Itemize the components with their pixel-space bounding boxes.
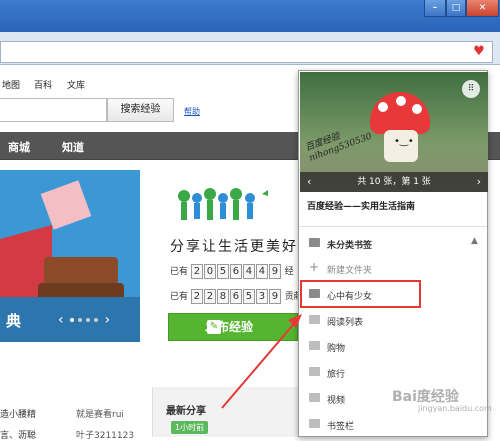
baidu-jingyan-logo	[178, 188, 268, 220]
slogan-text: 分享让生活更美好	[170, 239, 298, 255]
counter-digit: 6	[229, 289, 242, 304]
search-button[interactable]: 搜索经验	[107, 98, 174, 122]
publish-button[interactable]: ✎ 发布经验	[168, 313, 298, 341]
folder-item[interactable]: 购物	[299, 335, 487, 359]
nav-item-wenku[interactable]: 文库	[67, 78, 85, 91]
counter-digit: 6	[229, 264, 242, 279]
carousel-dot[interactable]	[86, 318, 91, 322]
counter-digit: 5	[242, 289, 255, 304]
counter-digit: 4	[242, 264, 255, 279]
share-time-badge: 1小时前	[171, 421, 209, 434]
list-item[interactable]: 造小腰精	[0, 410, 36, 420]
bookmark-popup: •‿• 百度经验 nihong530530 ⠿ ‹ 共 10 张，第 1 张 ›…	[298, 70, 488, 437]
folder-icon	[309, 367, 320, 376]
plus-icon: +	[309, 260, 320, 274]
new-folder-item[interactable]: + 新建文件夹	[299, 257, 487, 281]
mushroom-illustration	[370, 92, 430, 134]
watermark-url: jingyan.baidu.com	[418, 404, 492, 413]
folder-label: 购物	[327, 344, 346, 354]
counter-digit: 4	[255, 264, 268, 279]
bookmark-title[interactable]: 百度经验——实用生活指南	[307, 199, 415, 212]
counter-digit: 2	[203, 289, 216, 304]
counter-digit: 5	[216, 264, 229, 279]
chevron-right-icon[interactable]: ›	[105, 312, 111, 328]
chevron-left-icon[interactable]: ‹	[307, 172, 311, 192]
list-item-author[interactable]: 就是赛看rui	[76, 407, 124, 420]
folder-icon	[309, 238, 320, 247]
counter-digit: 8	[216, 289, 229, 304]
counter-digit: 2	[190, 289, 203, 304]
image-counter: 共 10 张，第 1 张	[357, 177, 431, 187]
chevron-up-icon[interactable]: ▲	[471, 236, 478, 246]
counter-digit: 9	[268, 264, 281, 279]
divider	[299, 226, 487, 227]
heart-icon[interactable]: ♥	[470, 43, 488, 61]
nav-item-mall[interactable]: 商城	[8, 139, 30, 155]
article-counter: 已有 2056449 经	[170, 264, 294, 279]
folder-icon	[309, 315, 320, 324]
banner-carousel[interactable]: 典 ‹ ›	[0, 170, 140, 342]
counter-digit: 3	[255, 289, 268, 304]
nav-item-map[interactable]: 地图	[2, 78, 20, 91]
carousel-dot[interactable]	[70, 318, 75, 322]
counter-digit: 9	[268, 289, 281, 304]
nav-item-baike[interactable]: 百科	[34, 78, 52, 91]
counter-digit: 2	[190, 264, 203, 279]
maximize-button[interactable]: □	[446, 0, 466, 17]
highlight-box	[300, 280, 421, 308]
pen-icon: ✎	[207, 320, 221, 334]
latest-share-title: 最新分享	[166, 406, 206, 417]
counter-digit: 0	[203, 264, 216, 279]
folder-label: 新建文件夹	[327, 266, 373, 276]
list-item-author[interactable]: 叶子3211123	[76, 428, 134, 441]
book-illustration	[44, 257, 118, 285]
folder-icon	[309, 393, 320, 402]
counter-suffix: 经	[284, 267, 294, 277]
address-bar[interactable]	[0, 41, 493, 63]
folder-label: 未分类书签	[327, 241, 373, 251]
folder-label: 旅行	[327, 370, 346, 380]
chevron-right-icon[interactable]: ›	[477, 172, 481, 192]
photo-caption: 百度经验 nihong530530	[304, 121, 373, 164]
contributor-counter: 已有 2286539 贡献	[170, 289, 303, 304]
nav-item-zhidao[interactable]: 知道	[62, 139, 84, 155]
close-button[interactable]: ✕	[466, 0, 499, 17]
image-pager: ‹ 共 10 张，第 1 张 ›	[300, 172, 488, 192]
counter-prefix: 已有	[170, 267, 189, 277]
carousel-controls[interactable]: ‹ ›	[58, 312, 110, 328]
grid-icon[interactable]: ⠿	[462, 80, 480, 98]
carousel-dot[interactable]	[94, 318, 99, 322]
counter-prefix: 已有	[170, 292, 189, 302]
banner-title: 典	[6, 312, 22, 330]
mushroom-face: •‿•	[394, 136, 414, 147]
banner-decoration	[40, 180, 92, 230]
folder-icon	[309, 419, 320, 428]
folder-item[interactable]: 书签栏	[299, 413, 487, 437]
folder-item-unsorted[interactable]: 未分类书签 ▲	[299, 232, 487, 256]
watermark: Bai度经验	[392, 389, 459, 405]
carousel-dot[interactable]	[78, 318, 83, 322]
search-input[interactable]	[0, 98, 107, 122]
folder-label: 视频	[327, 396, 346, 406]
help-link[interactable]: 帮助	[184, 106, 200, 117]
folder-item[interactable]: 旅行	[299, 361, 487, 385]
minimize-button[interactable]: –	[424, 0, 446, 17]
list-item[interactable]: 言、沥聪	[0, 431, 36, 441]
chevron-left-icon[interactable]: ‹	[58, 312, 64, 328]
folder-label: 阅读列表	[327, 318, 364, 328]
folder-item[interactable]: 阅读列表	[299, 309, 487, 333]
folder-icon	[309, 341, 320, 350]
folder-label: 书签栏	[327, 422, 355, 432]
